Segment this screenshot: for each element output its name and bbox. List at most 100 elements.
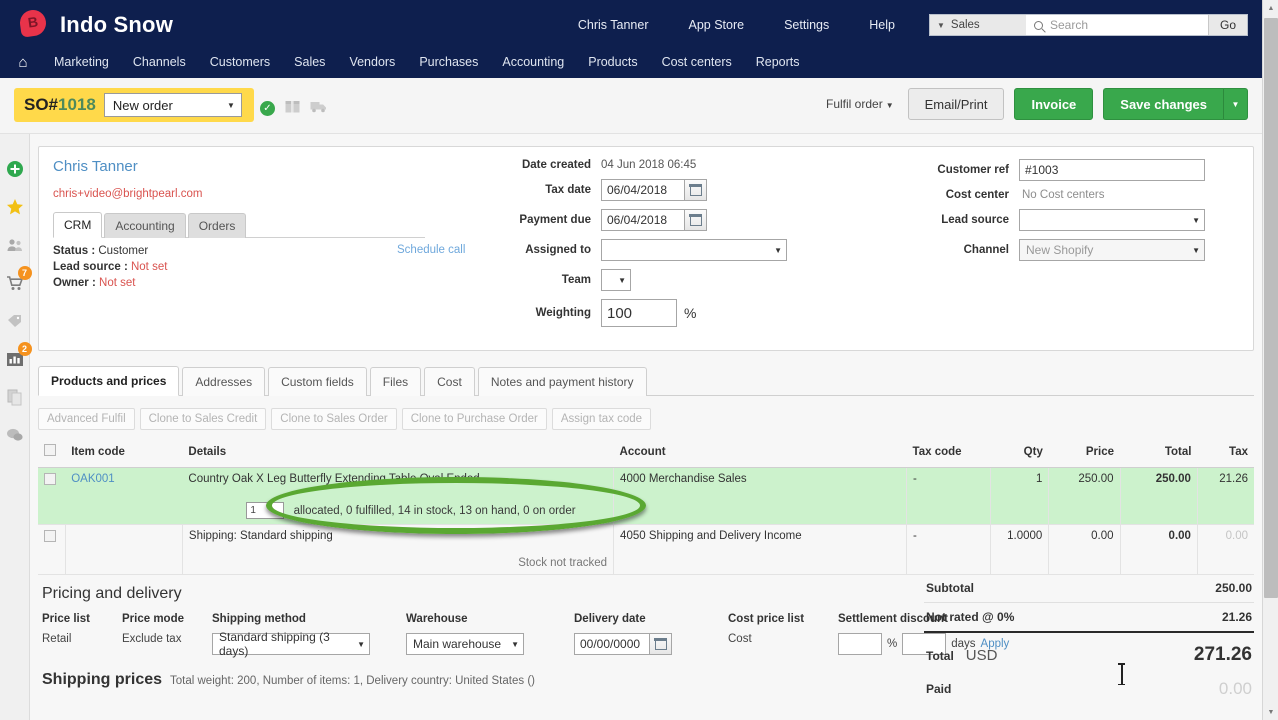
crm-lead-source-row: Lead source : Not set <box>53 259 167 275</box>
payment-due-input[interactable]: 06/04/2018 <box>601 209 685 231</box>
star-icon[interactable] <box>4 196 26 218</box>
order-meta-fields: Customer ref #1003 Cost center No Cost c… <box>929 159 1205 269</box>
delivery-date-input[interactable]: 00/00/0000 <box>574 633 650 655</box>
settlement-percent-input[interactable] <box>838 633 882 655</box>
search-field <box>1025 15 1208 35</box>
row-checkbox[interactable] <box>44 473 56 485</box>
topnav-link-app-store[interactable]: App Store <box>669 12 765 38</box>
save-changes-button[interactable]: Save changes <box>1103 88 1224 120</box>
select-all-checkbox[interactable] <box>44 444 56 456</box>
tab-cost[interactable]: Cost <box>424 367 475 396</box>
home-icon[interactable]: ⌂ <box>10 54 36 71</box>
shopping-cart-icon[interactable]: 7 <box>4 266 32 294</box>
scroll-up-arrow-icon[interactable]: ▲ <box>1263 0 1278 16</box>
customer-tab-orders[interactable]: Orders <box>187 213 247 238</box>
tab-files[interactable]: Files <box>369 367 422 396</box>
warehouse-select[interactable]: Main warehouse ▼ <box>406 633 524 655</box>
assign-tax-code-button[interactable]: Assign tax code <box>551 408 652 430</box>
team-select[interactable]: ▼ <box>601 269 631 291</box>
tab-addresses[interactable]: Addresses <box>182 367 266 396</box>
tax-date-calendar-icon[interactable] <box>685 179 707 201</box>
tax-date-input[interactable]: 06/04/2018 <box>601 179 685 201</box>
save-changes-dropdown-arrow[interactable]: ▼ <box>1224 88 1248 120</box>
allocated-qty-input[interactable]: 1 <box>246 502 285 519</box>
package-box-icon[interactable] <box>285 100 300 116</box>
email-print-button[interactable]: Email/Print <box>907 88 1005 120</box>
scrollbar-thumb[interactable] <box>1264 18 1278 598</box>
delivery-date-field: Delivery date 00/00/0000 <box>574 613 706 655</box>
clone-to-purchase-order-button[interactable]: Clone to Purchase Order <box>401 408 547 430</box>
lead-source-select[interactable]: ▼ <box>1019 209 1205 231</box>
add-circle-icon[interactable] <box>4 158 26 180</box>
mainnav-item-vendors[interactable]: Vendors <box>337 51 407 73</box>
search-scope-select[interactable]: ▼ Sales <box>929 15 1026 35</box>
delivery-truck-icon[interactable] <box>310 100 328 116</box>
invoice-button[interactable]: Invoice <box>1014 88 1094 120</box>
mainnav-item-accounting[interactable]: Accounting <box>490 51 576 73</box>
table-header-row: Item code Details Account Tax code Qty P… <box>38 440 1254 468</box>
warehouse-label: Warehouse <box>406 613 468 625</box>
tag-icon[interactable] <box>4 310 26 332</box>
schedule-call-link[interactable]: Schedule call <box>397 244 465 256</box>
row-checkbox[interactable] <box>44 530 56 542</box>
order-bar-buttons: Fulfil order ▼ Email/Print Invoice Save c… <box>826 88 1248 120</box>
bar-chart-icon[interactable]: 2 <box>4 342 32 370</box>
search-input[interactable] <box>1047 17 1200 33</box>
weighting-label: Weighting <box>535 307 591 319</box>
tab-notes-and-payment-history[interactable]: Notes and payment history <box>477 367 647 396</box>
item-code-link[interactable]: OAK001 <box>71 473 114 485</box>
customer-ref-label: Customer ref <box>937 164 1009 176</box>
currency-code: USD <box>965 646 998 664</box>
mainnav-item-purchases[interactable]: Purchases <box>407 51 490 73</box>
table-row[interactable]: OAK001 Country Oak X Leg Butterfly Exten… <box>38 467 1254 525</box>
tab-custom-fields[interactable]: Custom fields <box>268 367 367 396</box>
mainnav-item-cost-centers[interactable]: Cost centers <box>650 51 744 73</box>
customer-ref-input[interactable]: #1003 <box>1019 159 1205 181</box>
fulfil-order-dropdown[interactable]: Fulfil order ▼ <box>826 97 898 111</box>
table-row[interactable]: Shipping: Standard shipping Stock not tr… <box>38 524 1254 575</box>
paid-label: Paid <box>926 682 952 696</box>
mainnav-item-reports[interactable]: Reports <box>744 51 812 73</box>
topnav-link-user[interactable]: Chris Tanner <box>558 12 669 38</box>
customer-tab-crm[interactable]: CRM <box>53 212 103 238</box>
subtotal-value: 250.00 <box>1215 581 1252 595</box>
clone-to-sales-credit-button[interactable]: Clone to Sales Credit <box>139 408 267 430</box>
search-go-button[interactable]: Go <box>1207 15 1247 35</box>
row-item-code: OAK001 <box>65 467 183 525</box>
customer-name-link[interactable]: Chris Tanner <box>53 158 138 175</box>
assigned-to-select[interactable]: ▼ <box>601 239 787 261</box>
weighting-input[interactable]: 100 <box>601 299 677 327</box>
mainnav-item-customers[interactable]: Customers <box>198 51 282 73</box>
channel-select[interactable]: New Shopify ▼ <box>1019 239 1205 261</box>
mainnav-item-products[interactable]: Products <box>576 51 649 73</box>
main-navigation: ⌂ Marketing Channels Customers Sales Ven… <box>0 46 812 78</box>
vertical-scrollbar[interactable]: ▲ ▼ <box>1262 0 1278 720</box>
order-status-select[interactable]: New order ▼ <box>103 93 242 117</box>
chat-icon[interactable] <box>4 424 26 446</box>
payment-due-row: Payment due 06/04/2018 <box>481 209 787 231</box>
shipping-method-select[interactable]: Standard shipping (3 days) ▼ <box>212 630 370 658</box>
documents-icon[interactable] <box>4 386 26 408</box>
topnav-link-settings[interactable]: Settings <box>764 12 849 38</box>
clone-to-sales-order-button[interactable]: Clone to Sales Order <box>271 408 397 430</box>
delivery-date-calendar-icon[interactable] <box>650 633 672 655</box>
customer-email-link[interactable]: chris+video@brightpearl.com <box>53 188 202 200</box>
chevron-down-icon: ▼ <box>226 100 235 110</box>
payment-due-field: 06/04/2018 <box>601 209 707 231</box>
mainnav-item-sales[interactable]: Sales <box>282 51 337 73</box>
scroll-down-arrow-icon[interactable]: ▼ <box>1263 704 1278 720</box>
tab-products-and-prices[interactable]: Products and prices <box>38 366 180 396</box>
customer-tab-accounting[interactable]: Accounting <box>104 213 186 238</box>
contacts-icon[interactable] <box>4 234 26 256</box>
row-price: 250.00 <box>1048 467 1120 525</box>
advanced-fulfil-button[interactable]: Advanced Fulfil <box>38 408 135 430</box>
order-summary-card: Chris Tanner chris+video@brightpearl.com… <box>38 146 1254 351</box>
mainnav-item-channels[interactable]: Channels <box>121 51 198 73</box>
payment-due-calendar-icon[interactable] <box>685 209 707 231</box>
mainnav-item-marketing[interactable]: Marketing <box>42 51 121 73</box>
topnav-link-help[interactable]: Help <box>849 12 915 38</box>
grand-total-row: Total USD 271.26 <box>924 631 1254 673</box>
check-circle-icon[interactable]: ✓ <box>260 100 275 116</box>
header-qty: Qty <box>990 440 1049 468</box>
brand[interactable]: Indo Snow <box>18 8 173 40</box>
